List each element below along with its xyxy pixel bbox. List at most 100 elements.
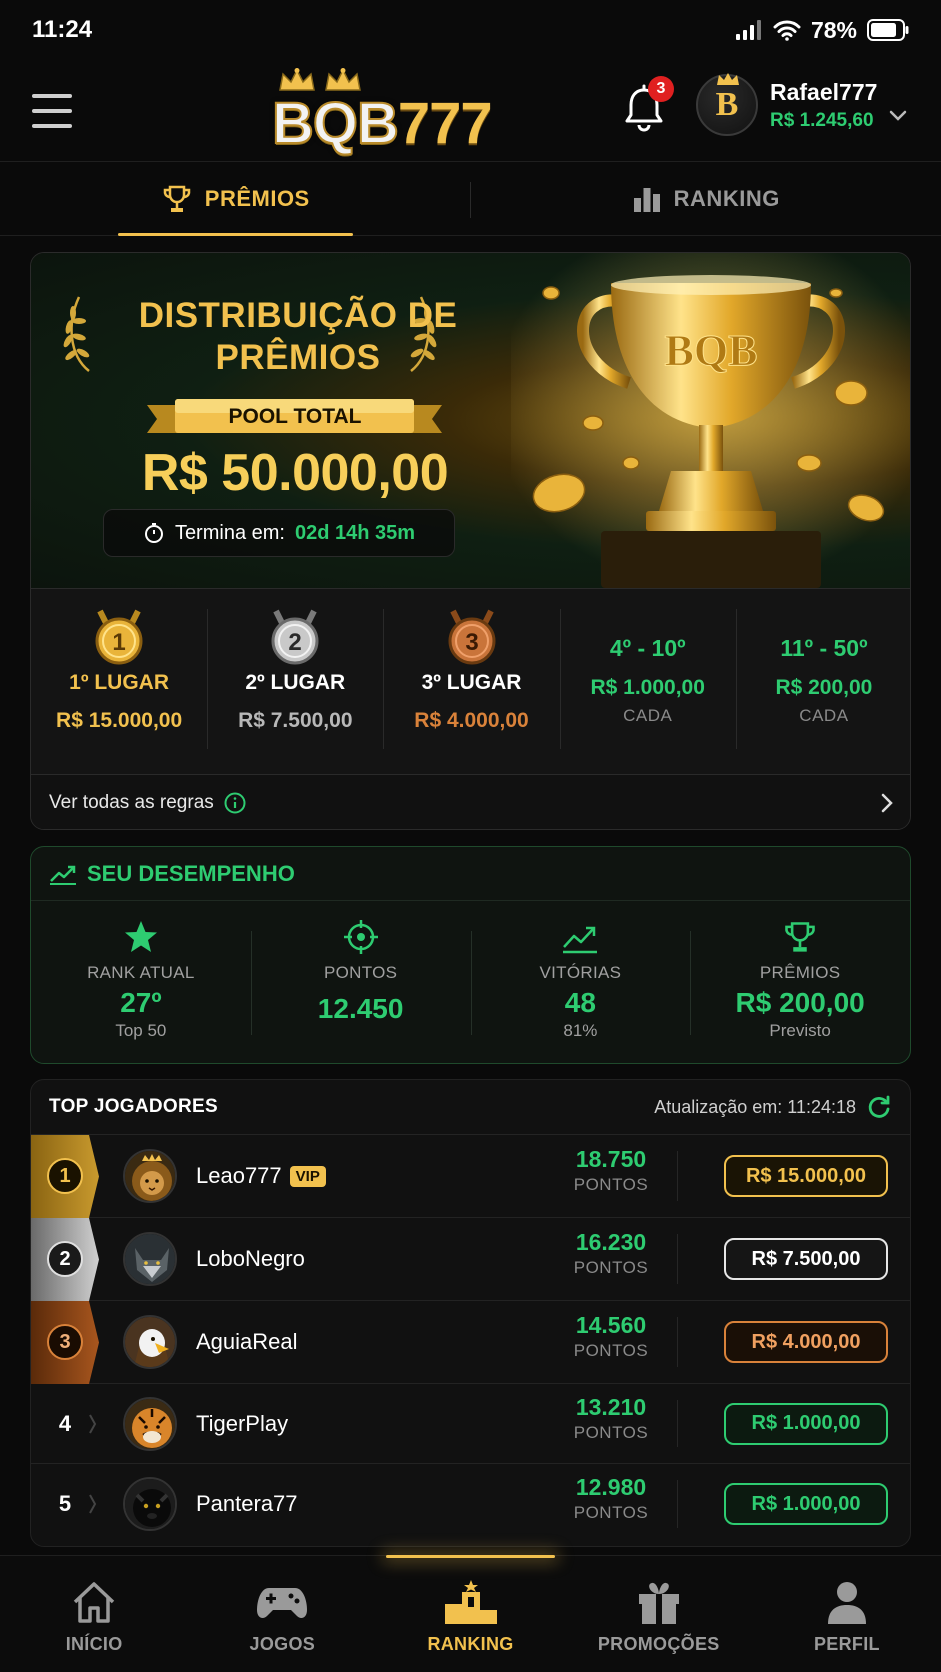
trend-up-icon (563, 926, 598, 954)
nav-jogos[interactable]: JOGOS (188, 1556, 376, 1672)
prize-title-line1: DISTRIBUIÇÃO DE (138, 296, 458, 335)
rank-number: 3 (47, 1324, 83, 1360)
pool-total-label: POOL TOTAL (228, 405, 362, 428)
stat-wins: VITÓRIAS 48 81% (470, 901, 691, 1063)
rank-number: 1 (47, 1158, 83, 1194)
status-bar: 11:24 78% (0, 0, 941, 60)
place-2: 2 2º LUGAR R$ 7.500,00 (207, 589, 383, 774)
silver-medal-icon: 2 (271, 609, 319, 665)
menu-line (32, 108, 72, 113)
player-name: TigerPlay (196, 1410, 289, 1436)
nav-ranking[interactable]: RANKING (376, 1555, 564, 1672)
user-balance: R$ 1.245,60 (770, 109, 874, 131)
user-account-button[interactable]: B Rafael777 R$ 1.245,60 (696, 73, 907, 136)
tab-ranking[interactable]: RANKING (471, 162, 941, 235)
tab-premios[interactable]: PRÊMIOS (0, 162, 471, 236)
points-value: 14.560 (575, 1312, 647, 1338)
tab-label: PRÊMIOS (204, 185, 310, 211)
place-value: R$ 200,00 (775, 676, 873, 699)
panther-avatar-icon (125, 1479, 175, 1529)
trend-up-icon (50, 865, 76, 885)
performance-title: SEU DESEMPENHO (87, 860, 295, 886)
menu-line (32, 123, 72, 128)
stat-value: R$ 200,00 (735, 987, 865, 1018)
place-11-50: 11º - 50º R$ 200,00 CADA (735, 589, 910, 774)
player-avatar (123, 1149, 177, 1203)
tiger-avatar-icon (125, 1398, 175, 1449)
avatar-letter: B (715, 86, 739, 123)
place-value: R$ 4.000,00 (414, 709, 529, 732)
nav-label: PROMOÇÕES (597, 1634, 720, 1654)
place-3: 3 3º LUGAR R$ 4.000,00 (383, 589, 559, 774)
place-per: CADA (799, 706, 849, 725)
player-avatar (123, 1232, 177, 1286)
rank-number: 4 (58, 1410, 72, 1436)
row-divider (677, 1234, 678, 1284)
logo-777: 777 (397, 91, 493, 156)
nav-perfil[interactable]: PERFIL (753, 1556, 941, 1672)
player-row[interactable]: 2 LoboNegro 16.230 PONTOS R$ 7.500,00 (31, 1218, 910, 1301)
player-row[interactable]: 4 TigerPlay 13.210 PONTOS R$ 1.000,00 (31, 1384, 910, 1464)
place-label: 2º LUGAR (245, 671, 346, 694)
view-rules-link[interactable]: Ver todas as regras (31, 774, 910, 829)
rules-label: Ver todas as regras (49, 792, 214, 813)
target-icon (343, 920, 378, 954)
player-row[interactable]: 3 AguiaReal 14.560 PONTOS R$ 4.000,00 (31, 1301, 910, 1384)
place-per: CADA (623, 706, 673, 725)
stat-label: VITÓRIAS (539, 963, 622, 982)
gift-icon (638, 1582, 679, 1624)
player-points: 18.750 PONTOS (551, 1146, 671, 1195)
prize-pill: R$ 7.500,00 (724, 1238, 888, 1280)
status-time: 11:24 (32, 16, 93, 43)
medal-number: 1 (112, 629, 125, 656)
points-value: 18.750 (575, 1146, 647, 1172)
nav-inicio[interactable]: INÍCIO (0, 1556, 188, 1672)
bqb777-logo[interactable]: BQB777 (271, 68, 544, 157)
chevron-right-icon (89, 1414, 97, 1434)
place-4-10: 4º - 10º R$ 1.000,00 CADA (559, 589, 736, 774)
player-name: AguiaReal (196, 1329, 298, 1354)
refresh-icon[interactable] (866, 1094, 892, 1120)
notification-badge: 3 (648, 76, 674, 102)
battery-percent: 78% (810, 16, 857, 43)
player-avatar (123, 1315, 177, 1369)
podium-icon (444, 1580, 497, 1624)
place-label: 1º LUGAR (69, 671, 170, 694)
player-name: LoboNegro (196, 1246, 305, 1271)
trophy-engraving: BQB (665, 326, 758, 375)
prize-pill: R$ 1.000,00 (724, 1402, 888, 1445)
trophy-icon (785, 922, 815, 952)
prize-pill: R$ 4.000,00 (724, 1321, 888, 1363)
chevron-down-icon (890, 110, 907, 121)
battery-icon (867, 19, 909, 41)
wolf-avatar-icon (125, 1234, 175, 1284)
points-unit: PONTOS (573, 1258, 649, 1277)
prize-pill: R$ 15.000,00 (724, 1155, 888, 1197)
prize-places: 1 1º LUGAR R$ 15.000,00 2 2º LUGAR R$ 7.… (31, 588, 910, 774)
stopwatch-icon (144, 523, 163, 543)
performance-card: SEU DESEMPENHO RANK ATUAL 27º Top 50 PON… (30, 846, 911, 1064)
medal-number: 3 (465, 629, 478, 656)
stat-sub: 81% (563, 1021, 598, 1040)
hamburger-menu-button[interactable] (32, 93, 72, 128)
top-players-card: TOP JOGADORES Atualização em: 11:24:18 1… (30, 1079, 911, 1547)
rank-number: 2 (47, 1241, 83, 1277)
player-points: 13.210 PONTOS (551, 1394, 671, 1443)
stat-sub: Top 50 (115, 1021, 167, 1040)
stat-points: PONTOS 12.450 (250, 901, 471, 1063)
player-row[interactable]: 1 Leao777 VIP 18.750 PONTOS R$ 15.000,00 (31, 1135, 910, 1218)
nav-label: PERFIL (814, 1634, 880, 1654)
top-players-header: TOP JOGADORES Atualização em: 11:24:18 (31, 1080, 910, 1135)
nav-label: INÍCIO (65, 1634, 123, 1654)
info-icon (224, 792, 246, 814)
star-icon (124, 921, 157, 952)
player-points: 14.560 PONTOS (551, 1312, 671, 1361)
place-range: 11º - 50º (780, 635, 868, 661)
nav-promocoes[interactable]: PROMOÇÕES (565, 1556, 753, 1672)
points-value: 12.980 (575, 1474, 647, 1500)
place-value: R$ 15.000,00 (56, 709, 183, 732)
lion-avatar-icon (125, 1151, 175, 1201)
rank-number: 5 (58, 1491, 72, 1516)
player-row[interactable]: 5 Pantera77 12.980 PONTOS R$ 1.000,00 (31, 1464, 910, 1544)
pool-total-amount: R$ 50.000,00 (141, 444, 449, 502)
